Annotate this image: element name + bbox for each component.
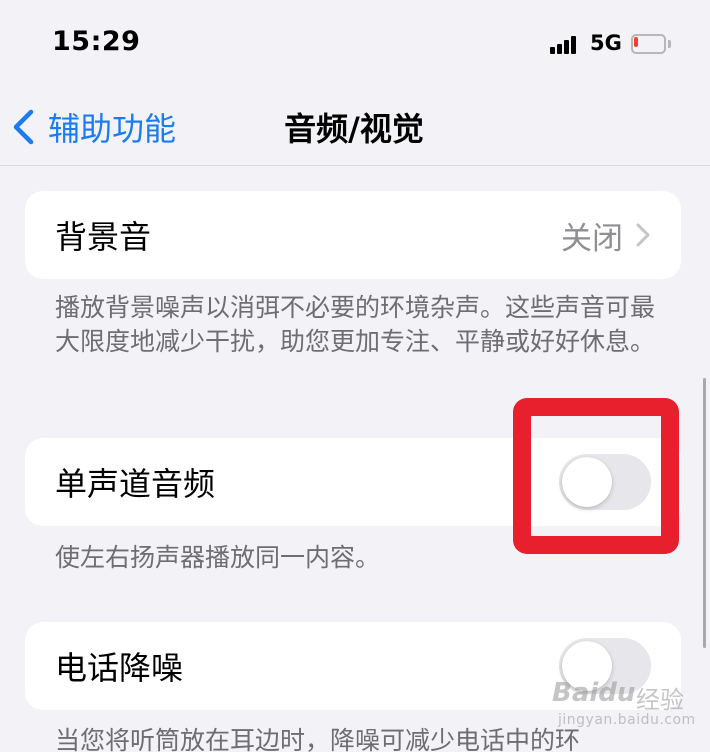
background-sounds-row[interactable]: 背景音 关闭 xyxy=(25,191,681,279)
watermark: Baidu 经验 jingyan.baidu.com xyxy=(552,678,702,738)
page-title: 音频/视觉 xyxy=(0,104,710,150)
background-sounds-value: 关闭 xyxy=(561,220,623,257)
status-time: 15:29 xyxy=(52,26,141,57)
cellular-signal-icon xyxy=(550,36,580,54)
mono-audio-label: 单声道音频 xyxy=(55,465,216,503)
page-title-text: 音频/视觉 xyxy=(284,110,424,148)
phone-noise-cancellation-label: 电话降噪 xyxy=(55,649,184,687)
settings-screen: 15:29 5G 辅助功能 音频/视觉 背景音 关闭 播放背景噪声以消弭不必要的… xyxy=(0,0,710,752)
watermark-url: jingyan.baidu.com xyxy=(558,712,696,728)
scrollbar[interactable] xyxy=(703,378,706,648)
watermark-sub: 经验 xyxy=(636,686,684,714)
background-sounds-footer: 播放背景噪声以消弭不必要的环境杂声。这些声音可最大限度地减少干扰，助您更加专注、… xyxy=(55,293,656,356)
chevron-right-icon xyxy=(636,223,650,247)
battery-icon xyxy=(631,34,671,54)
status-bar: 15:29 5G xyxy=(0,0,710,90)
battery-level-fill xyxy=(634,37,638,47)
navigation-bar: 辅助功能 音频/视觉 xyxy=(0,90,710,166)
network-type: 5G xyxy=(590,31,622,55)
background-sounds-label: 背景音 xyxy=(55,218,152,256)
watermark-logo: Baidu xyxy=(552,678,636,708)
annotation-highlight-box xyxy=(513,398,679,554)
